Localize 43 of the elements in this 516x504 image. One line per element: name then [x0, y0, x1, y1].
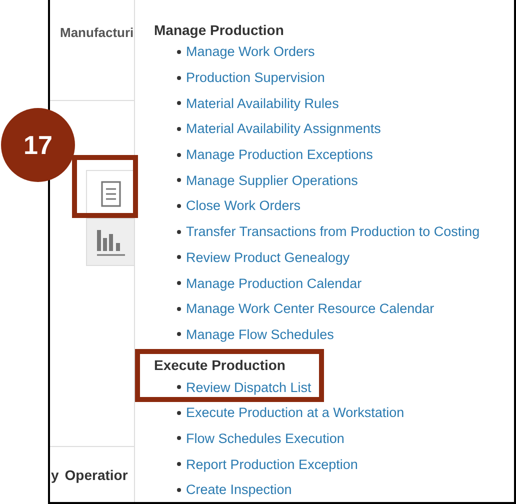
bullet-icon	[177, 462, 181, 466]
menu-link[interactable]: Manage Flow Schedules	[186, 326, 334, 342]
menu-link[interactable]: Manage Work Orders	[186, 44, 315, 60]
step-number: 17	[24, 130, 52, 160]
menu-link[interactable]: Material Availability Rules	[186, 96, 339, 111]
bullet-icon	[177, 126, 181, 131]
menu-link[interactable]: Close Work Orders	[186, 198, 301, 214]
bullet-icon	[177, 101, 181, 106]
document-icon	[100, 181, 120, 207]
menu-link[interactable]: Manage Supplier Operations	[186, 172, 358, 188]
menu-link[interactable]: Transfer Transactions from Production to Costing	[186, 224, 480, 240]
bullet-icon	[177, 436, 181, 440]
section-heading: Manage Production	[154, 21, 284, 39]
bullet-icon	[177, 152, 181, 157]
menu-link[interactable]: Review Dispatch List	[186, 380, 312, 395]
menu-link[interactable]: Manage Work Center Resource Calendar	[186, 301, 434, 316]
bullet-icon	[177, 306, 181, 311]
bullet-icon	[177, 410, 181, 415]
bullet-icon	[177, 76, 181, 80]
bullet-icon	[177, 255, 181, 260]
menu-link[interactable]: Create Inspection	[186, 482, 292, 498]
menu-link[interactable]: Production Supervision	[186, 70, 325, 86]
menu-link[interactable]: Manage Production Exceptions	[186, 147, 373, 162]
menu-link[interactable]: Report Production Exception	[186, 456, 358, 472]
bullet-icon	[177, 385, 181, 390]
bullet-icon	[177, 178, 181, 182]
menu-link[interactable]: Review Product Genealogy	[186, 250, 350, 265]
bullet-icon	[177, 230, 181, 234]
column-header: Operatior	[64, 466, 128, 482]
column-header: y	[51, 466, 59, 482]
bullet-icon	[177, 50, 181, 54]
menu-link[interactable]: Flow Schedules Execution	[186, 430, 344, 446]
bullet-icon	[177, 332, 181, 336]
bullet-icon	[177, 488, 181, 492]
menu-link[interactable]: Material Availability Assignments	[186, 121, 381, 136]
section-title: Manufacturi	[50, 0, 134, 101]
bullet-icon	[177, 281, 181, 286]
chart-tab[interactable]	[86, 218, 134, 266]
bar-chart-icon	[96, 228, 126, 256]
bullet-icon	[177, 204, 181, 208]
menu-link[interactable]: Execute Production at a Workstation	[186, 405, 404, 420]
section-heading: Execute Production	[154, 356, 286, 374]
menu-link[interactable]: Manage Production Calendar	[186, 276, 362, 291]
